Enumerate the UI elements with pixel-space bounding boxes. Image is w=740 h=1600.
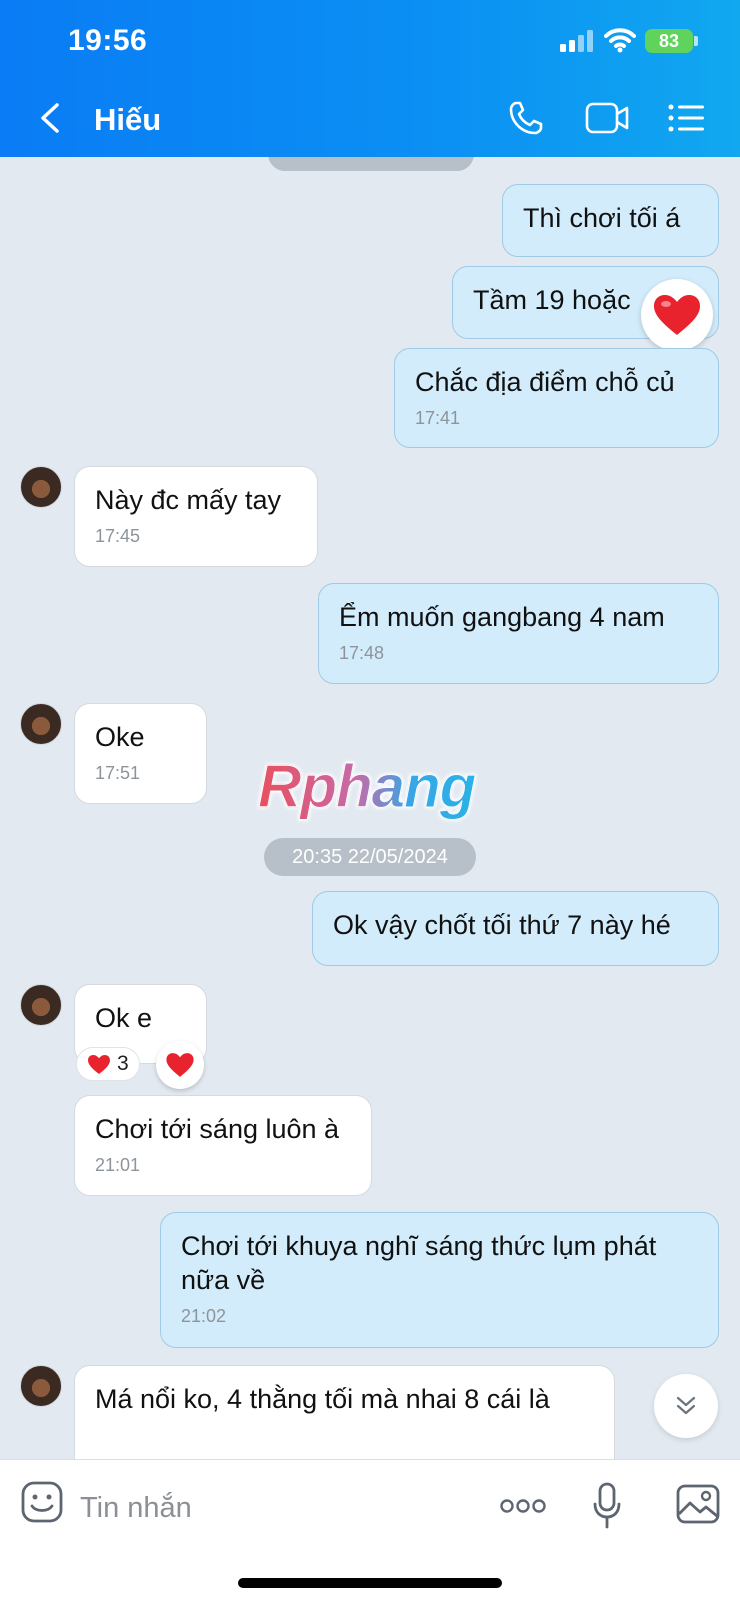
message-incoming[interactable]: Oke 17:51 xyxy=(74,703,207,804)
image-icon[interactable] xyxy=(676,1484,720,1524)
date-divider: 20:35 22/05/2024 xyxy=(264,838,476,876)
battery-tip xyxy=(694,36,698,46)
call-icon[interactable] xyxy=(508,100,544,136)
watermark: Rphang xyxy=(257,753,476,821)
home-indicator xyxy=(238,1578,502,1588)
message-input[interactable] xyxy=(80,1486,460,1530)
header: 19:56 83 Hiếu xyxy=(0,0,740,157)
heart-icon xyxy=(654,295,700,335)
message-time: 17:51 xyxy=(95,763,141,783)
heart-reaction[interactable] xyxy=(641,279,713,351)
status-time: 19:56 xyxy=(68,24,148,57)
heart-icon xyxy=(166,1053,194,1077)
avatar[interactable] xyxy=(20,466,62,508)
wifi-icon xyxy=(604,28,636,53)
message-time: 17:45 xyxy=(95,526,141,546)
message-incoming[interactable]: Má nổi ko, 4 thằng tối mà nhai 8 cái là xyxy=(74,1365,615,1459)
avatar[interactable] xyxy=(20,984,62,1026)
message-outgoing[interactable]: Ok vậy chốt tối thứ 7 này hé xyxy=(312,891,719,966)
conversation-title[interactable]: Hiếu xyxy=(94,102,161,138)
message-text: Ok e xyxy=(95,1003,153,1033)
reaction-summary[interactable]: 3 xyxy=(76,1047,140,1081)
message-outgoing[interactable]: Ểm muốn gangbang 4 nam 17:48 xyxy=(318,583,719,684)
battery-indicator: 83 xyxy=(645,29,693,53)
message-text: Chắc địa điểm chỗ củ xyxy=(415,367,675,397)
message-outgoing[interactable]: Chắc địa điểm chỗ củ 17:41 xyxy=(394,348,719,448)
message-time: 21:02 xyxy=(181,1306,227,1326)
heart-reaction-button[interactable] xyxy=(156,1041,204,1089)
avatar[interactable] xyxy=(20,1365,62,1407)
message-text: Oke xyxy=(95,722,145,752)
more-icon[interactable] xyxy=(500,1498,546,1514)
date-divider-partial xyxy=(268,157,474,171)
message-text: Má nổi ko, 4 thằng tối mà nhai 8 cái là xyxy=(95,1384,550,1414)
chevron-down-icon xyxy=(676,1396,696,1415)
message-time: 21:01 xyxy=(95,1155,141,1175)
avatar[interactable] xyxy=(20,703,62,745)
reaction-count: 3 xyxy=(117,1052,129,1075)
menu-icon[interactable] xyxy=(668,104,704,132)
message-text: Này đc mấy tay xyxy=(95,485,282,515)
message-text: Chơi tới khuya nghĩ sáng thức lụm phát n… xyxy=(181,1231,657,1295)
chat-area[interactable]: Thì chơi tối á Tầm 19 hoặc Chắc địa điểm… xyxy=(0,157,740,1459)
message-text: Chơi tới sáng luôn à xyxy=(95,1114,340,1144)
signal-icon xyxy=(560,30,593,52)
message-text: Ok vậy chốt tối thứ 7 này hé xyxy=(333,910,671,940)
message-text: Ểm muốn gangbang 4 nam xyxy=(339,602,665,632)
video-call-icon[interactable] xyxy=(585,102,629,134)
heart-icon xyxy=(88,1054,110,1074)
message-time: 17:48 xyxy=(339,643,385,663)
mic-icon[interactable] xyxy=(592,1482,622,1530)
back-icon[interactable] xyxy=(38,103,62,133)
message-outgoing[interactable]: Thì chơi tối á xyxy=(502,184,719,257)
message-text: Thì chơi tối á xyxy=(523,203,681,233)
message-outgoing[interactable]: Chơi tới khuya nghĩ sáng thức lụm phát n… xyxy=(160,1212,719,1348)
scroll-to-bottom-button[interactable] xyxy=(654,1374,718,1438)
message-incoming[interactable]: Chơi tới sáng luôn à 21:01 xyxy=(74,1095,372,1196)
emoji-icon[interactable] xyxy=(20,1480,64,1524)
message-time: 17:41 xyxy=(415,408,461,428)
message-incoming[interactable]: Này đc mấy tay 17:45 xyxy=(74,466,318,567)
message-input-bar xyxy=(0,1459,740,1600)
message-text: Tầm 19 hoặc xyxy=(473,285,631,315)
